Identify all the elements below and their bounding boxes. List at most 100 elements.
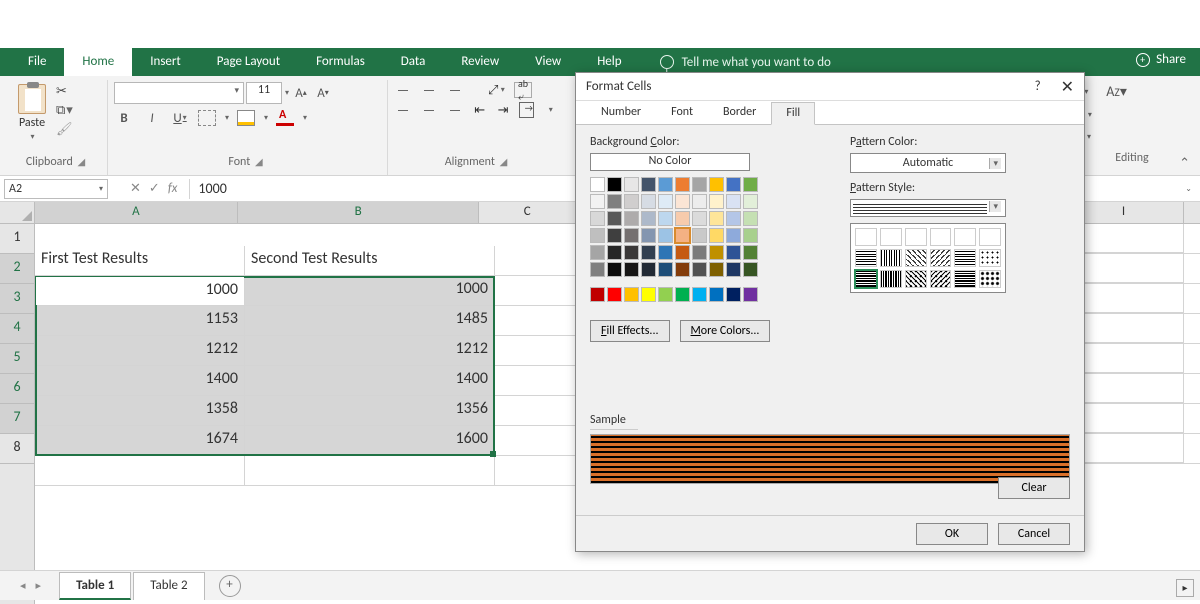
- color-swatch[interactable]: [709, 177, 724, 192]
- cell[interactable]: 1212: [35, 336, 245, 366]
- dialog-launcher[interactable]: ◢: [498, 155, 508, 168]
- ribbon-tab-insert[interactable]: Insert: [132, 48, 199, 76]
- ribbon-tab-data[interactable]: Data: [383, 48, 444, 76]
- pattern-style-select[interactable]: [850, 199, 1006, 217]
- confirm-entry-button[interactable]: ✓: [149, 181, 160, 196]
- color-swatch[interactable]: [624, 177, 639, 192]
- ribbon-tab-view[interactable]: View: [517, 48, 579, 76]
- align-right-button[interactable]: [446, 102, 464, 118]
- ribbon-tab-formulas[interactable]: Formulas: [298, 48, 383, 76]
- close-button[interactable]: ✕: [1061, 77, 1074, 97]
- color-swatch[interactable]: [726, 194, 741, 209]
- color-swatch[interactable]: [726, 287, 741, 302]
- cell[interactable]: First Test Results: [35, 246, 245, 276]
- row-header[interactable]: 6: [0, 374, 34, 404]
- cut-button[interactable]: ✂: [56, 84, 73, 99]
- color-swatch[interactable]: [641, 262, 656, 277]
- color-swatch[interactable]: [675, 194, 690, 209]
- color-swatch[interactable]: [658, 228, 673, 243]
- fill-effects-button[interactable]: Fill Effects...: [590, 320, 670, 342]
- merge-button[interactable]: [519, 102, 535, 118]
- cell[interactable]: [35, 456, 245, 486]
- color-swatch[interactable]: [709, 287, 724, 302]
- cell[interactable]: [245, 456, 495, 486]
- color-swatch[interactable]: [675, 228, 690, 243]
- color-swatch[interactable]: [675, 287, 690, 302]
- grow-font-button[interactable]: A▴: [291, 83, 311, 103]
- orientation-button[interactable]: ⤢▾: [488, 82, 506, 98]
- ok-button[interactable]: OK: [916, 523, 988, 545]
- insert-function-button[interactable]: fx: [168, 181, 178, 196]
- color-swatch[interactable]: [692, 177, 707, 192]
- share-button[interactable]: Share: [1136, 52, 1186, 67]
- sheet-tab[interactable]: Table 2: [133, 572, 204, 600]
- align-bottom-button[interactable]: [446, 82, 464, 98]
- active-cell[interactable]: 1000: [36, 277, 244, 305]
- cell[interactable]: 1600: [245, 426, 495, 456]
- pattern-swatch[interactable]: [880, 228, 902, 246]
- color-swatch[interactable]: [590, 245, 605, 260]
- color-swatch[interactable]: [641, 287, 656, 302]
- name-box[interactable]: A2▾: [4, 179, 108, 199]
- color-swatch[interactable]: [726, 177, 741, 192]
- color-swatch[interactable]: [743, 228, 758, 243]
- color-swatch[interactable]: [624, 287, 639, 302]
- color-swatch[interactable]: [641, 228, 656, 243]
- color-swatch[interactable]: [675, 211, 690, 226]
- color-swatch[interactable]: [641, 245, 656, 260]
- cell[interactable]: Second Test Results: [245, 246, 495, 276]
- cell[interactable]: 1674: [35, 426, 245, 456]
- select-all-button[interactable]: [0, 202, 35, 224]
- color-swatch[interactable]: [624, 245, 639, 260]
- color-swatch[interactable]: [607, 211, 622, 226]
- column-header[interactable]: B: [238, 202, 480, 223]
- color-swatch[interactable]: [709, 194, 724, 209]
- color-swatch[interactable]: [709, 211, 724, 226]
- color-swatch[interactable]: [607, 245, 622, 260]
- color-swatch[interactable]: [590, 228, 605, 243]
- color-swatch[interactable]: [692, 194, 707, 209]
- color-swatch[interactable]: [607, 177, 622, 192]
- fill-color-button[interactable]: [237, 110, 255, 126]
- color-swatch[interactable]: [658, 287, 673, 302]
- help-button[interactable]: ?: [1035, 79, 1041, 94]
- color-swatch[interactable]: [709, 262, 724, 277]
- dialog-tab-fill[interactable]: Fill: [771, 102, 815, 125]
- color-swatch[interactable]: [590, 194, 605, 209]
- color-swatch[interactable]: [726, 245, 741, 260]
- pattern-swatch[interactable]: [905, 249, 927, 267]
- row-header[interactable]: 1: [0, 224, 34, 254]
- color-swatch[interactable]: [607, 194, 622, 209]
- row-header[interactable]: 2: [0, 254, 34, 284]
- pattern-swatch[interactable]: [855, 270, 877, 288]
- color-swatch[interactable]: [641, 194, 656, 209]
- no-color-button[interactable]: No Color: [590, 153, 750, 171]
- color-swatch[interactable]: [624, 194, 639, 209]
- bold-button[interactable]: B: [114, 108, 134, 128]
- color-swatch[interactable]: [658, 211, 673, 226]
- cell[interactable]: 1000: [245, 276, 495, 306]
- font-name-select[interactable]: ▾: [114, 82, 244, 104]
- pattern-swatch[interactable]: [979, 228, 1001, 246]
- new-sheet-button[interactable]: +: [219, 575, 241, 597]
- pattern-swatch[interactable]: [930, 228, 952, 246]
- cancel-button[interactable]: Cancel: [998, 523, 1070, 545]
- sheet-nav-first[interactable]: ◂: [20, 579, 26, 592]
- color-swatch[interactable]: [743, 177, 758, 192]
- format-painter-button[interactable]: 🖌: [56, 122, 73, 137]
- copy-button[interactable]: ⧉▾: [56, 103, 73, 118]
- pattern-swatch[interactable]: [954, 270, 976, 288]
- color-swatch[interactable]: [726, 262, 741, 277]
- row-header[interactable]: 8: [0, 434, 34, 464]
- color-swatch[interactable]: [692, 287, 707, 302]
- cell[interactable]: 1400: [245, 366, 495, 396]
- color-swatch[interactable]: [709, 245, 724, 260]
- color-swatch[interactable]: [607, 287, 622, 302]
- dialog-tab-font[interactable]: Font: [656, 101, 708, 124]
- pattern-swatch[interactable]: [979, 270, 1001, 288]
- pattern-swatch[interactable]: [855, 228, 877, 246]
- column-header[interactable]: A: [35, 202, 238, 223]
- color-swatch[interactable]: [743, 287, 758, 302]
- pattern-swatch[interactable]: [905, 270, 927, 288]
- sort-filter-button[interactable]: AZ▾: [1106, 83, 1127, 100]
